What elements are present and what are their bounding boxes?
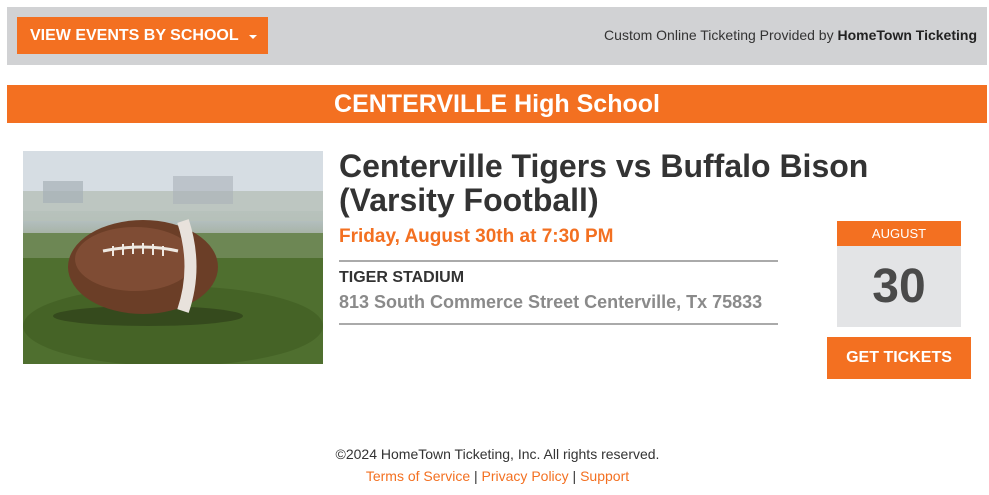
support-link[interactable]: Support <box>580 468 629 484</box>
footer-links: Terms of Service | Privacy Policy | Supp… <box>0 468 989 484</box>
divider <box>339 260 778 262</box>
divider <box>339 323 778 325</box>
football-photo <box>23 151 323 364</box>
view-events-by-school-button[interactable]: VIEW EVENTS BY SCHOOL <box>17 17 268 54</box>
school-name-banner: CENTERVILLE High School <box>7 85 987 123</box>
caret-down-icon <box>248 34 257 39</box>
view-events-by-school-label: VIEW EVENTS BY SCHOOL <box>30 26 239 44</box>
link-separator: | <box>470 468 482 484</box>
event-title: Centerville Tigers vs Buffalo Bison (Var… <box>339 148 869 218</box>
provider-brand: HomeTown Ticketing <box>837 27 978 43</box>
event-month: AUGUST <box>837 221 961 246</box>
get-tickets-button[interactable]: GET TICKETS <box>827 337 971 379</box>
terms-of-service-link[interactable]: Terms of Service <box>366 468 470 484</box>
link-separator: | <box>568 468 581 484</box>
event-address: 813 South Commerce Street Centerville, T… <box>339 292 763 312</box>
event-venue: TIGER STADIUM <box>339 269 465 286</box>
event-datetime: Friday, August 30th at 7:30 PM <box>339 226 614 247</box>
event-day: 30 <box>872 260 926 313</box>
footer-copyright: ©2024 HomeTown Ticketing, Inc. All right… <box>335 446 660 462</box>
provider-prefix: Custom Online Ticketing Provided by <box>604 27 834 43</box>
event-date-badge: AUGUST 30 <box>837 221 961 327</box>
provider-credit: Custom Online Ticketing Provided by Home… <box>604 27 977 43</box>
privacy-policy-link[interactable]: Privacy Policy <box>482 468 569 484</box>
top-bar: VIEW EVENTS BY SCHOOL Custom Online Tick… <box>7 7 987 65</box>
